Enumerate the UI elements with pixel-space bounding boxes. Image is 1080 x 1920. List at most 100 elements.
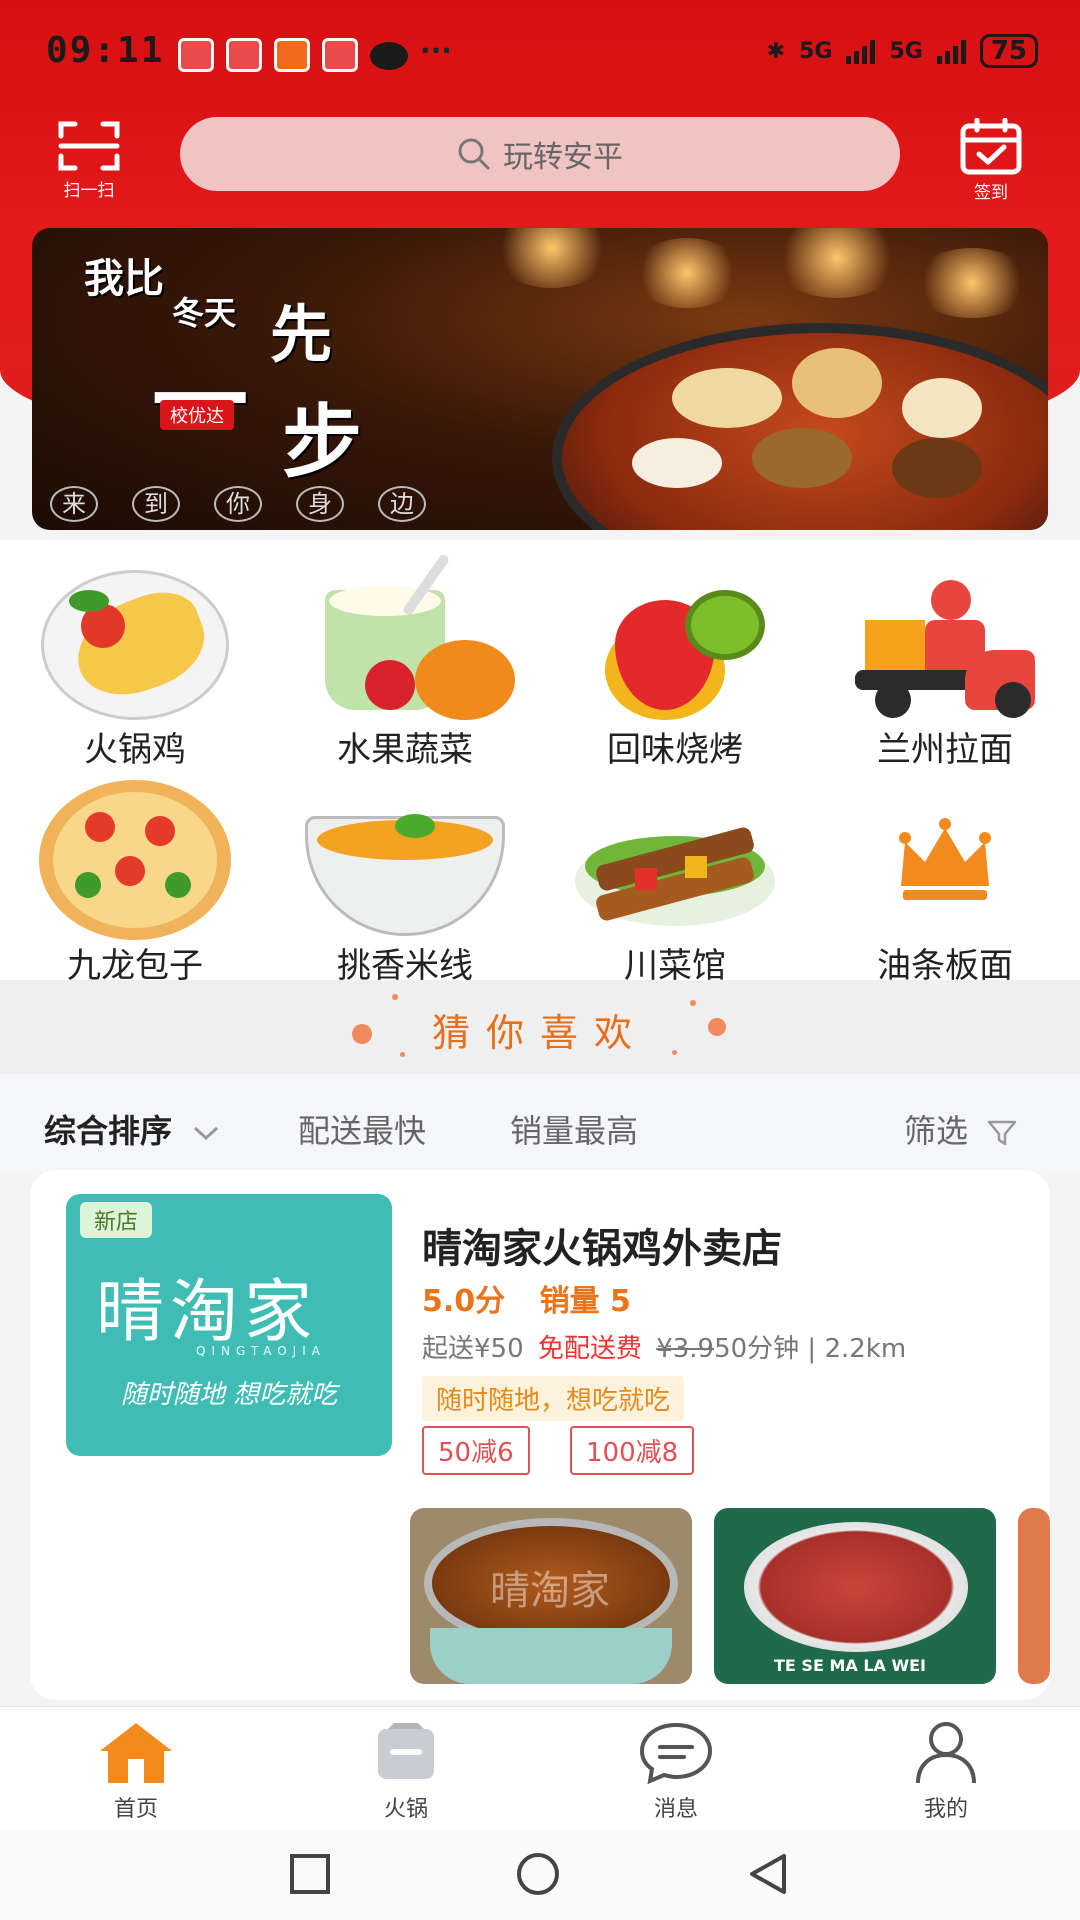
- banner-char: 到: [132, 486, 180, 522]
- sort-overall-label: 综合排序: [44, 1112, 173, 1150]
- category-item[interactable]: 九龙包子: [0, 776, 270, 987]
- battery-icon: 75: [979, 34, 1038, 68]
- coupon-badge: 100减8: [570, 1426, 695, 1475]
- decor-dot: [392, 994, 398, 1000]
- category-item[interactable]: 油条板面: [810, 776, 1080, 987]
- tab-messages[interactable]: 消息: [576, 1719, 776, 1823]
- food-item: [792, 348, 882, 418]
- user-icon: [916, 1722, 976, 1784]
- tab-home[interactable]: 首页: [36, 1719, 236, 1823]
- guess-you-like-title: 猜你喜欢: [431, 1011, 648, 1055]
- signal-icon: [846, 38, 876, 64]
- network-label: 5G: [799, 38, 833, 64]
- dish-thumbnail[interactable]: 晴淘家: [410, 1508, 692, 1684]
- app-notification-icon: [274, 38, 310, 72]
- banner-text: 步: [282, 396, 362, 489]
- category-item[interactable]: 川菜馆: [540, 776, 810, 987]
- search-placeholder: 玩转安平: [503, 140, 623, 175]
- status-bar: 09:11 ··· ✱ 5G 5G 75: [0, 0, 1080, 110]
- chat-bubble-icon: [639, 1722, 713, 1785]
- category-item[interactable]: 水果蔬菜: [270, 553, 540, 771]
- food-item: [632, 438, 722, 488]
- signal-icon: [936, 38, 966, 64]
- banner-light: [492, 228, 612, 288]
- status-more-icon: ···: [420, 34, 452, 67]
- sort-top-sales-tab[interactable]: 销量最高: [510, 1106, 638, 1152]
- checkin-button[interactable]: 签到: [946, 118, 1036, 203]
- app-notification-icon: [322, 38, 358, 72]
- pizza-icon: [35, 776, 235, 940]
- food-item: [752, 428, 852, 488]
- search-input[interactable]: 玩转安平: [180, 117, 900, 191]
- filter-icon: [987, 1120, 1017, 1146]
- category-label: 兰州拉面: [877, 730, 1013, 770]
- sort-fastest-tab[interactable]: 配送最快: [298, 1106, 426, 1152]
- home-nav-button[interactable]: [514, 1852, 562, 1896]
- scan-button[interactable]: 扫一扫: [44, 118, 134, 201]
- banner-text: 先: [270, 298, 333, 371]
- banner-char: 边: [378, 486, 426, 522]
- category-label: 水果蔬菜: [337, 730, 473, 770]
- crown-icon: [845, 776, 1045, 936]
- hotpot-box-icon: [378, 1723, 434, 1779]
- shop-name: 晴淘家火锅鸡外卖店: [422, 1226, 782, 1272]
- scan-icon: [58, 121, 120, 171]
- delivery-info: 起送¥50 免配送费 ¥3.950分钟 | 2.2km: [422, 1328, 906, 1365]
- banner-light: [632, 238, 742, 308]
- shop-rating: 5.0分 销量 5: [422, 1276, 631, 1320]
- tab-mine[interactable]: 我的: [846, 1719, 1046, 1823]
- dish-thumbnail[interactable]: [1018, 1508, 1050, 1684]
- banner-char: 来: [50, 486, 98, 522]
- bluetooth-icon: ✱: [766, 38, 786, 64]
- sales-count: 销量 5: [539, 1284, 631, 1319]
- filter-label: 筛选: [904, 1112, 969, 1150]
- coupon-badge: 50减6: [422, 1426, 530, 1475]
- chevron-down-icon: [194, 1126, 219, 1141]
- banner-text: 我比: [84, 256, 164, 302]
- banner-char: 身: [296, 486, 344, 522]
- tab-mine-label: 我的: [923, 1797, 968, 1822]
- original-fee: ¥3.9: [656, 1334, 715, 1364]
- category-item[interactable]: 火锅鸡: [0, 560, 270, 771]
- checkin-label: 签到: [974, 183, 1008, 203]
- tab-hotpot[interactable]: 火锅: [306, 1719, 506, 1823]
- recent-apps-button[interactable]: [288, 1852, 332, 1896]
- filter-button[interactable]: 筛选: [904, 1106, 1018, 1152]
- delivery-scooter-icon: [845, 560, 1045, 720]
- back-button[interactable]: [746, 1852, 790, 1896]
- logo-slogan: 随时随地 想吃就吃: [120, 1380, 338, 1410]
- category-label: 火锅鸡: [84, 730, 186, 770]
- system-nav-bar: [0, 1830, 1080, 1920]
- search-icon: [458, 138, 490, 170]
- app-notification-icon: [178, 38, 214, 72]
- banner-light: [912, 248, 1032, 318]
- bottom-tab-bar: 首页 火锅 消息 我的: [0, 1706, 1080, 1830]
- shop-card[interactable]: 新店 晴淘家 QINGTAOJIA 随时随地 想吃就吃 晴淘家火锅鸡外卖店 5.…: [30, 1170, 1050, 1700]
- soup-bowl-icon: [305, 776, 505, 936]
- dish-caption: TE SE MA LA WEI: [774, 1656, 926, 1675]
- promo-banner[interactable]: 我比 冬天 先 一 步 校优达 来 到 你 身 边: [32, 228, 1048, 530]
- network-label: 5G: [889, 38, 923, 64]
- category-item[interactable]: 挑香米线: [270, 776, 540, 987]
- free-delivery: 免配送费: [537, 1334, 642, 1364]
- status-indicators: ✱ 5G 5G 75: [767, 34, 1038, 68]
- home-icon: [100, 1723, 172, 1783]
- dish-thumbnail[interactable]: TE SE MA LA WEI: [714, 1508, 996, 1684]
- tab-hotpot-label: 火锅: [383, 1797, 428, 1822]
- hotpot-image: [552, 323, 1048, 530]
- banner-caption: 来 到 你 身 边: [50, 486, 426, 522]
- banner-badge: 校优达: [160, 400, 234, 430]
- logo-pinyin: QINGTAOJIA: [196, 1344, 326, 1358]
- shop-logo: 新店 晴淘家 QINGTAOJIA 随时随地 想吃就吃: [66, 1194, 392, 1456]
- sort-overall-tab[interactable]: 综合排序: [44, 1106, 221, 1152]
- category-label: 回味烧烤: [607, 730, 743, 770]
- food-item: [672, 368, 782, 428]
- category-item[interactable]: 兰州拉面: [810, 560, 1080, 771]
- tab-home-label: 首页: [113, 1797, 158, 1822]
- category-item[interactable]: 回味烧烤: [540, 560, 810, 771]
- category-grid: 火锅鸡 水果蔬菜 回味烧烤 兰州拉面 九龙包子 挑香米线 川菜馆 油条板面: [0, 540, 1080, 986]
- yogurt-fruit-icon: [305, 553, 515, 720]
- message-bubble-icon: [370, 42, 408, 70]
- min-order: 起送¥50: [422, 1334, 524, 1364]
- shop-slogan-tag: 随时随地，想吃就吃: [422, 1376, 685, 1421]
